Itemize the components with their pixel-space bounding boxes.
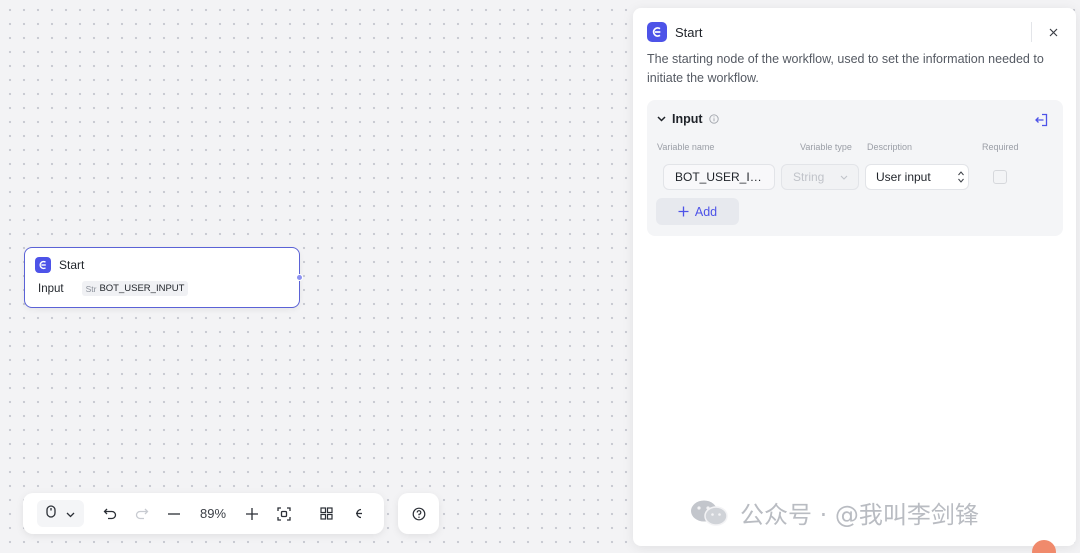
input-section: Input Variable name Variable type Descri…	[647, 100, 1063, 236]
column-header-description: Description	[867, 142, 913, 152]
node-input-label: Input	[38, 282, 64, 295]
add-variable-label: Add	[694, 204, 718, 219]
mouse-icon	[46, 504, 56, 523]
zoom-out-button[interactable]	[158, 500, 190, 527]
column-header-name: Variable name	[657, 142, 715, 152]
variable-type-select[interactable]: String	[781, 164, 859, 190]
import-icon	[1035, 113, 1048, 127]
interaction-mode-select[interactable]	[37, 500, 84, 527]
input-section-header[interactable]: Input	[657, 112, 719, 126]
auto-layout-button[interactable]	[310, 500, 342, 527]
start-node-icon	[647, 22, 667, 42]
node-param-name: BOT_USER_INPUT	[99, 283, 185, 294]
start-node[interactable]: Start Input Str BOT_USER_INPUT	[24, 247, 303, 308]
node-config-panel: Start The starting node of the workflow,…	[633, 8, 1076, 546]
chevron-down-icon	[657, 116, 666, 122]
import-variable-button[interactable]	[1033, 112, 1049, 128]
wechat-logo-icon	[688, 498, 732, 528]
node-title: Start	[59, 258, 85, 272]
start-node-icon	[35, 257, 51, 273]
required-checkbox[interactable]	[993, 170, 1007, 184]
node-input-row: Input Str BOT_USER_INPUT	[38, 281, 189, 296]
undo-icon	[103, 508, 117, 520]
column-header-required: Required	[982, 142, 1019, 152]
panel-header: Start	[647, 22, 702, 42]
watermark: 公众号 · @我叫李剑锋	[688, 495, 979, 530]
watermark-text: 公众号 · @我叫李剑锋	[740, 501, 979, 529]
zoom-in-button[interactable]	[236, 500, 268, 527]
info-icon[interactable]	[708, 114, 719, 124]
zoom-out-icon	[168, 512, 180, 515]
node-param-tag: Str BOT_USER_INPUT	[81, 281, 189, 296]
help-icon	[412, 507, 425, 520]
fit-view-button[interactable]	[268, 500, 300, 527]
close-button[interactable]	[1043, 22, 1063, 42]
layout-grid-icon	[319, 507, 333, 520]
undo-button[interactable]	[94, 500, 126, 527]
fit-view-icon	[277, 506, 291, 521]
description-input[interactable]: User input	[865, 164, 969, 190]
zoom-in-icon	[246, 507, 258, 520]
variable-name-input[interactable]: BOT_USER_I…	[663, 164, 775, 190]
redo-icon	[135, 508, 149, 520]
column-header-type: Variable type	[800, 142, 852, 152]
plus-icon	[678, 206, 689, 217]
redo-button[interactable]	[126, 500, 158, 527]
help-button[interactable]	[398, 493, 439, 534]
minimap-icon	[355, 508, 362, 519]
description-value: User input	[876, 170, 931, 184]
chevron-down-icon	[66, 505, 75, 523]
node-header: Start	[35, 257, 84, 273]
node-output-port[interactable]	[296, 274, 303, 281]
chevron-down-icon	[840, 175, 848, 180]
close-icon	[1049, 28, 1057, 36]
panel-header-divider	[1031, 22, 1032, 42]
resize-stepper-icon[interactable]	[957, 169, 965, 185]
zoom-level[interactable]: 89%	[190, 506, 236, 521]
canvas-toolbar: 89%	[23, 493, 384, 534]
panel-title[interactable]: Start	[675, 25, 702, 40]
variable-type-value: String	[793, 170, 825, 184]
minimap-button[interactable]	[342, 500, 374, 527]
panel-description: The starting node of the workflow, used …	[647, 52, 1044, 85]
add-variable-button[interactable]: Add	[656, 198, 739, 225]
node-param-type: Str	[85, 283, 97, 294]
input-section-title: Input	[672, 112, 703, 126]
